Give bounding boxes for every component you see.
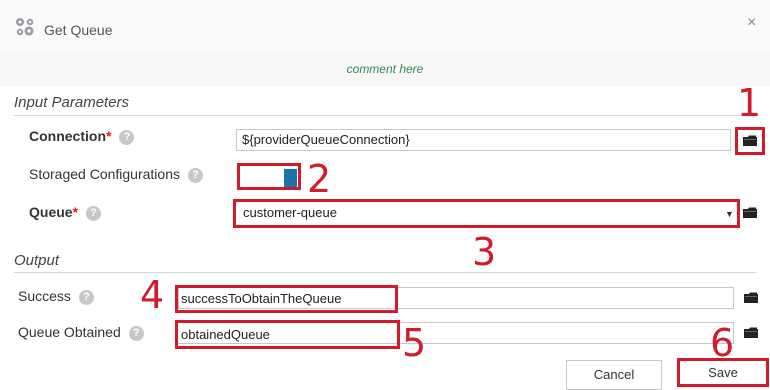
close-icon[interactable]: × bbox=[747, 14, 756, 32]
storaged-configurations-label-text: Storaged Configurations bbox=[29, 166, 180, 182]
gear-cluster-icon bbox=[16, 18, 34, 36]
annotation-2: 2 bbox=[307, 157, 332, 201]
dialog-title: Get Queue bbox=[44, 22, 113, 38]
divider bbox=[14, 115, 756, 116]
queue-label: Queue*? bbox=[29, 204, 102, 221]
queue-obtained-label-text: Queue Obtained bbox=[18, 324, 121, 340]
queue-obtained-input[interactable]: obtainedQueue bbox=[181, 327, 270, 342]
success-label-text: Success bbox=[18, 288, 71, 304]
annotation-5: 5 bbox=[402, 321, 427, 365]
help-icon[interactable]: ? bbox=[119, 130, 135, 145]
divider bbox=[14, 272, 756, 273]
storaged-configurations-label: Storaged Configurations? bbox=[29, 166, 203, 183]
cancel-button[interactable]: Cancel bbox=[566, 360, 662, 390]
toggle-knob bbox=[284, 169, 297, 187]
annotation-3: 3 bbox=[472, 230, 497, 274]
storaged-configurations-toggle[interactable] bbox=[237, 163, 301, 190]
connection-label-text: Connection bbox=[29, 128, 106, 144]
save-button[interactable]: Save bbox=[677, 358, 769, 387]
folder-icon[interactable] bbox=[744, 292, 758, 303]
success-label: Success? bbox=[18, 288, 94, 305]
chevron-down-icon[interactable]: ▼ bbox=[725, 209, 734, 219]
folder-icon[interactable] bbox=[743, 207, 757, 218]
folder-icon[interactable] bbox=[744, 327, 758, 338]
help-icon[interactable]: ? bbox=[188, 168, 203, 183]
help-icon[interactable]: ? bbox=[78, 290, 94, 305]
help-icon[interactable]: ? bbox=[128, 326, 144, 341]
annotation-4: 4 bbox=[140, 273, 165, 317]
output-heading: Output bbox=[14, 252, 60, 269]
queue-select[interactable]: customer-queue bbox=[237, 202, 736, 224]
success-input[interactable]: successToObtainTheQueue bbox=[181, 291, 341, 306]
connection-input[interactable]: ${providerQueueConnection} bbox=[236, 129, 731, 151]
input-parameters-heading: Input Parameters bbox=[14, 94, 130, 111]
annotation-6: 6 bbox=[710, 321, 735, 365]
required-mark: * bbox=[72, 204, 79, 220]
help-icon[interactable]: ? bbox=[86, 206, 102, 221]
comment-text[interactable]: comment here bbox=[0, 62, 770, 76]
required-mark: * bbox=[106, 128, 112, 144]
connection-label: Connection*? bbox=[29, 128, 135, 145]
title-bar bbox=[0, 0, 770, 52]
queue-label-text: Queue bbox=[29, 204, 73, 220]
folder-icon[interactable] bbox=[743, 135, 757, 146]
queue-obtained-label: Queue Obtained? bbox=[18, 324, 144, 341]
annotation-1: 1 bbox=[737, 81, 762, 125]
